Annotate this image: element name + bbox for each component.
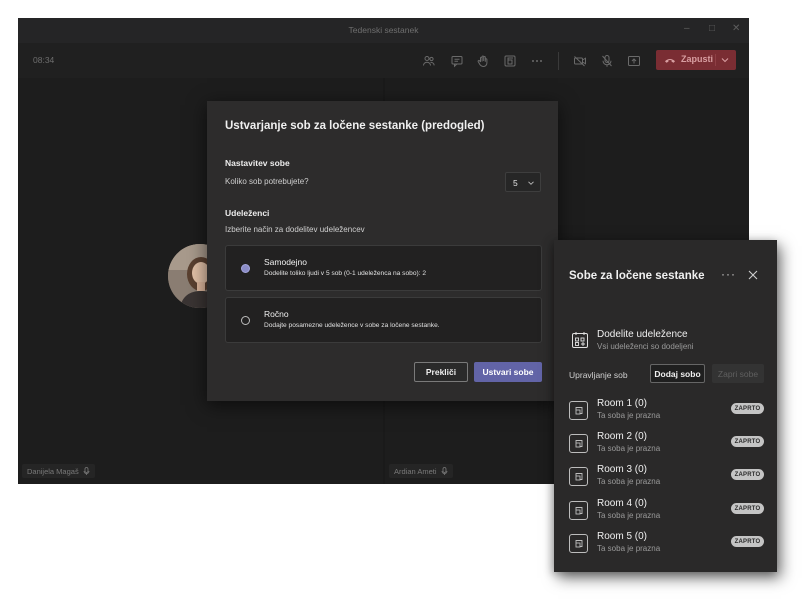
- radio-unselected[interactable]: [241, 316, 250, 325]
- more-options-icon[interactable]: ···: [721, 267, 736, 281]
- participants-heading: Udeleženci: [225, 208, 270, 218]
- dialog-title: Ustvarjanje sob za ločene sestanke (pred…: [225, 120, 485, 132]
- room-count-value: 5: [513, 178, 518, 188]
- participants-icon[interactable]: [419, 51, 439, 71]
- leave-label: Zapusti: [681, 54, 714, 64]
- room-icon: [569, 534, 588, 553]
- option-title: Samodejno: [264, 257, 308, 267]
- toolbar-divider: [558, 52, 559, 70]
- chevron-down-icon: [528, 181, 534, 185]
- room-list-item[interactable]: Room 2 (0) Ta soba je prazna ZAPRTO: [567, 430, 767, 458]
- room-name: Room 5 (0): [597, 531, 648, 542]
- participant-name: Ardian Ameti: [394, 466, 437, 476]
- room-status: Ta soba je prazna: [597, 544, 661, 553]
- room-icon: [569, 434, 588, 453]
- close-icon[interactable]: [748, 270, 758, 280]
- room-icon: [569, 401, 588, 420]
- room-status: Ta soba je prazna: [597, 477, 661, 486]
- participants-prompt: Izberite način za dodelitev udeležencev: [225, 225, 365, 234]
- room-status: Ta soba je prazna: [597, 511, 661, 520]
- room-status: Ta soba je prazna: [597, 411, 661, 420]
- panel-title: Sobe za ločene sestanke: [569, 270, 705, 282]
- add-room-button[interactable]: Dodaj sobo: [650, 364, 705, 383]
- assign-participants-title[interactable]: Dodelite udeležence: [597, 329, 688, 340]
- room-list-item[interactable]: Room 1 (0) Ta soba je prazna ZAPRTO: [567, 397, 767, 425]
- room-status: Ta soba je prazna: [597, 444, 661, 453]
- room-list-item[interactable]: Room 4 (0) Ta soba je prazna ZAPRTO: [567, 497, 767, 525]
- room-name: Room 2 (0): [597, 431, 648, 442]
- chat-icon[interactable]: [447, 51, 467, 71]
- leave-button[interactable]: Zapusti: [656, 50, 736, 70]
- maximize-icon[interactable]: □: [709, 23, 715, 34]
- title-bar: Tedenski sestanek – □ ✕: [18, 18, 749, 43]
- room-name: Room 4 (0): [597, 498, 648, 509]
- option-title: Ročno: [264, 309, 289, 319]
- participant-name: Danijela Magaš: [27, 466, 79, 476]
- breakout-rooms-panel: Sobe za ločene sestanke ··· Dodelite ude…: [554, 240, 777, 572]
- room-status-badge: ZAPRTO: [731, 403, 764, 414]
- meeting-timer: 08:34: [33, 55, 55, 65]
- room-name: Room 1 (0): [597, 398, 648, 409]
- participant-name-chip: Danijela Magaš: [22, 464, 95, 478]
- meeting-toolbar: 08:34 Zapusti: [18, 43, 749, 78]
- minimize-icon[interactable]: –: [684, 23, 690, 34]
- room-status-badge: ZAPRTO: [731, 469, 764, 480]
- room-list-item[interactable]: Room 5 (0) Ta soba je prazna ZAPRTO: [567, 530, 767, 558]
- more-actions-icon[interactable]: [527, 51, 547, 71]
- room-status-badge: ZAPRTO: [731, 536, 764, 547]
- assign-participants-icon[interactable]: [571, 331, 589, 349]
- room-icon: [569, 467, 588, 486]
- radio-selected[interactable]: [241, 264, 250, 273]
- room-status-badge: ZAPRTO: [731, 436, 764, 447]
- share-screen-icon[interactable]: [624, 51, 644, 71]
- raise-hand-icon[interactable]: [473, 51, 493, 71]
- window-title: Tedenski sestanek: [348, 25, 419, 35]
- room-icon: [569, 501, 588, 520]
- create-rooms-dialog: Ustvarjanje sob za ločene sestanke (pred…: [207, 101, 558, 401]
- breakout-rooms-icon[interactable]: [500, 51, 520, 71]
- participant-name-chip: Ardian Ameti: [389, 464, 453, 478]
- mic-off-icon[interactable]: [597, 51, 617, 71]
- leave-divider: [715, 54, 716, 66]
- camera-off-icon[interactable]: [570, 51, 590, 71]
- option-manual[interactable]: Ročno Dodajte posamezne udeležence v sob…: [225, 297, 542, 343]
- cancel-button[interactable]: Prekliči: [414, 362, 468, 382]
- option-description: Dodelite toliko ljudi v 5 sob (0-1 udele…: [264, 270, 427, 277]
- room-setup-heading: Nastavitev sobe: [225, 158, 290, 168]
- mic-icon: [441, 467, 447, 475]
- room-list-item[interactable]: Room 3 (0) Ta soba je prazna ZAPRTO: [567, 463, 767, 491]
- room-count-select[interactable]: 5: [505, 172, 541, 192]
- option-automatic[interactable]: Samodejno Dodelite toliko ljudi v 5 sob …: [225, 245, 542, 291]
- room-count-question: Koliko sob potrebujete?: [225, 177, 309, 186]
- room-status-badge: ZAPRTO: [731, 503, 764, 514]
- mic-icon: [83, 467, 90, 475]
- room-name: Room 3 (0): [597, 464, 648, 475]
- close-rooms-button[interactable]: Zapri sobe: [712, 364, 764, 383]
- close-window-icon[interactable]: ✕: [732, 23, 740, 34]
- create-rooms-button[interactable]: Ustvari sobe: [474, 362, 542, 382]
- chevron-down-icon[interactable]: [720, 55, 730, 65]
- manage-rooms-label: Upravljanje sob: [569, 370, 628, 380]
- option-description: Dodajte posamezne udeležence v sobe za l…: [264, 322, 440, 329]
- hang-up-icon: [665, 58, 675, 63]
- assign-participants-status: Vsi udeleženci so dodeljeni: [597, 342, 694, 351]
